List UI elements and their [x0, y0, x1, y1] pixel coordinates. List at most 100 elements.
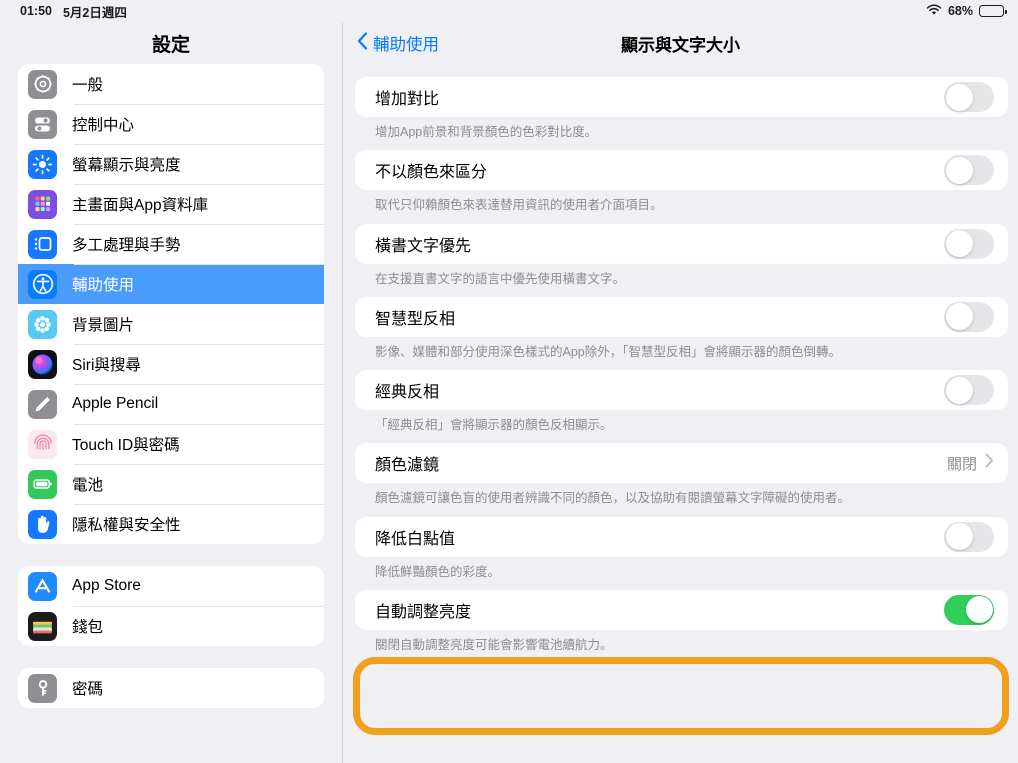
sidebar-item-label: Apple Pencil: [72, 395, 159, 412]
settings-row-降低白點值: 降低白點值: [355, 516, 1008, 557]
sidebar-item-label: 螢幕顯示與亮度: [72, 157, 181, 174]
settings-row-accessory: [944, 155, 994, 186]
status-bar-time: 01:50: [20, 4, 52, 18]
settings-row-description: 影像、媒體和部分使用深色樣式的App除外，「智慧型反相」會將顯示器的顏色倒轉。: [375, 344, 841, 359]
ipad-settings-screen: 01:50 5月2日週四 68% 設定 一般 控制中心 螢幕顯示與亮度 主畫面與Ap: [0, 0, 1018, 763]
settings-row-block: 增加對比增加App前景和背景顏色的色彩對比度。: [355, 77, 1008, 140]
sidebar-item-label: 背景圖片: [72, 317, 135, 334]
detail-scroll-area[interactable]: 增加對比增加App前景和背景顏色的色彩對比度。不以顏色來區分取代只仰賴顏色來表達…: [343, 64, 1018, 763]
sidebar-item-背景圖片[interactable]: 背景圖片: [18, 304, 324, 344]
settings-sidebar: 設定 一般控制中心螢幕顯示與亮度主畫面與App資料庫 多工處理與手勢輔助使用背景圖…: [0, 22, 343, 763]
sidebar-item-隱私權與安全性[interactable]: 隱私權與安全性: [18, 504, 324, 544]
settings-row-title: 顏色濾鏡: [375, 457, 440, 475]
control-center-icon: [28, 109, 57, 139]
sidebar-item-label: Touch ID與密碼: [72, 437, 180, 454]
sidebar-item-label: 隱私權與安全性: [72, 517, 181, 534]
sidebar-item-一般[interactable]: 一般: [18, 64, 324, 104]
sidebar-nav-bar: 設定: [0, 22, 342, 64]
status-bar-date: 5月2日週四: [62, 5, 127, 20]
sidebar-item-label: 一般: [72, 77, 104, 94]
page-title: 顯示與文字大小: [621, 35, 740, 55]
sidebar-item-siri與搜尋[interactable]: Siri與搜尋: [18, 344, 324, 384]
settings-row-description: 降低鮮豔顏色的彩度。: [375, 564, 501, 579]
toggle-switch[interactable]: [944, 82, 994, 112]
settings-row-智慧型反相: 智慧型反相: [355, 296, 1008, 337]
sidebar-item-控制中心[interactable]: 控制中心: [18, 104, 324, 144]
gear-icon: [28, 69, 57, 99]
status-bar-left: 01:50 5月2日週四: [20, 2, 127, 21]
sidebar-item-label: 控制中心: [72, 117, 135, 134]
settings-row-description: 「經典反相」會將顯示器的顏色反相顯示。: [375, 418, 613, 432]
brightness-sun-icon: [28, 149, 57, 179]
toggle-knob: [945, 376, 973, 404]
sidebar-item-label: 多工處理與手勢: [72, 237, 181, 254]
sidebar-title: 設定: [151, 34, 190, 56]
settings-row-title: 自動調整亮度: [375, 603, 472, 621]
toggle-switch[interactable]: [944, 375, 994, 405]
sidebar-scroll-area[interactable]: 一般控制中心螢幕顯示與亮度主畫面與App資料庫 多工處理與手勢輔助使用背景圖片 Si…: [0, 64, 342, 763]
settings-row-增加對比: 增加對比: [355, 77, 1008, 117]
settings-row-block: 不以顏色來區分取代只仰賴顏色來表達替用資訊的使用者介面項目。: [355, 150, 1008, 213]
back-button[interactable]: 輔助使用: [357, 31, 439, 55]
key-password-icon: [28, 673, 57, 703]
sidebar-item-輔助使用[interactable]: 輔助使用: [18, 264, 324, 304]
settings-row-不以顏色來區分: 不以顏色來區分: [355, 150, 1008, 191]
settings-row-block: 經典反相「經典反相」會將顯示器的顏色反相顯示。: [355, 370, 1008, 433]
battery-green-icon: [28, 469, 57, 499]
sidebar-item-touch-id與密碼[interactable]: Touch ID與密碼: [18, 424, 324, 464]
sidebar-item-主畫面與app資料庫[interactable]: 主畫面與App資料庫: [18, 184, 324, 224]
wallpaper-flower-icon: [28, 309, 57, 339]
chevron-left-icon: [357, 31, 368, 55]
battery-percent-label: 68%: [947, 4, 973, 18]
siri-orb-icon: [28, 349, 57, 379]
settings-row-accessory: [944, 301, 994, 332]
settings-row-accessory: [944, 228, 994, 259]
sidebar-item-label: Siri與搜尋: [72, 357, 141, 374]
sidebar-item-apple-pencil[interactable]: Apple Pencil: [18, 384, 324, 424]
settings-row-block: 橫書文字優先在支援直書文字的語言中優先使用橫書文字。: [355, 223, 1008, 287]
sidebar-item-電池[interactable]: 電池: [18, 464, 324, 504]
sidebar-group-2: 密碼: [18, 668, 324, 708]
settings-row-accessory: [944, 375, 994, 405]
privacy-hand-icon: [28, 509, 57, 539]
sidebar-item-label: 電池: [72, 477, 104, 494]
toggle-switch[interactable]: [944, 594, 994, 625]
split-view: 設定 一般 控制中心 螢幕顯示與亮度 主畫面與App資料庫 多工處理與手勢 輔助使用 背景圖…: [0, 22, 1018, 763]
settings-row-block: 自動調整亮度關閉自動調整亮度可能會影響電池續航力。: [355, 589, 1008, 653]
settings-row-經典反相: 經典反相: [355, 370, 1008, 410]
settings-row-accessory: 關閉: [947, 453, 994, 474]
wallet-icon: [28, 611, 57, 641]
toggle-switch[interactable]: [944, 228, 994, 259]
multitasking-icon: [28, 229, 57, 259]
sidebar-item-錢包[interactable]: 錢包: [18, 606, 324, 646]
settings-row-description: 取代只仰賴顏色來表達替用資訊的使用者介面項目。: [375, 198, 663, 213]
toggle-knob: [945, 303, 973, 331]
fingerprint-icon: [28, 429, 57, 459]
settings-row-自動調整亮度: 自動調整亮度: [355, 589, 1008, 630]
sidebar-item-label: 主畫面與App資料庫: [72, 197, 209, 214]
sidebar-item-多工處理與手勢[interactable]: 多工處理與手勢: [18, 224, 324, 264]
sidebar-item-label: App Store: [72, 577, 141, 594]
sidebar-item-app-store[interactable]: App Store: [18, 566, 324, 606]
toggle-switch[interactable]: [944, 155, 994, 186]
settings-row-description: 關閉自動調整亮度可能會影響電池續航力。: [375, 637, 613, 652]
settings-row-description: 顏色濾鏡可讓色盲的使用者辨識不同的顏色，以及協助有閱讀螢幕文字障礙的使用者。: [375, 491, 851, 506]
battery-icon: [979, 5, 1007, 17]
sidebar-group-1: App Store 錢包: [18, 566, 324, 646]
sidebar-item-密碼[interactable]: 密碼: [18, 668, 324, 708]
settings-row-description: 在支援直書文字的語言中優先使用橫書文字。: [375, 271, 626, 286]
sidebar-item-label: 密碼: [72, 681, 104, 698]
toggle-switch[interactable]: [944, 301, 994, 332]
settings-row-description: 增加App前景和背景顏色的色彩對比度。: [375, 125, 598, 139]
chevron-right-icon: [985, 453, 994, 473]
settings-row-block: 智慧型反相影像、媒體和部分使用深色樣式的App除外，「智慧型反相」會將顯示器的顏…: [355, 296, 1008, 360]
sidebar-item-螢幕顯示與亮度[interactable]: 螢幕顯示與亮度: [18, 144, 324, 184]
settings-row-title: 橫書文字優先: [375, 237, 472, 255]
toggle-knob: [945, 156, 973, 184]
settings-row-顏色濾鏡[interactable]: 顏色濾鏡 關閉: [355, 443, 1008, 484]
settings-row-title: 降低白點值: [375, 530, 456, 548]
toggle-switch[interactable]: [944, 521, 994, 552]
status-bar-right: 68%: [926, 4, 1007, 19]
toggle-knob: [965, 596, 993, 624]
toggle-knob: [945, 83, 973, 111]
